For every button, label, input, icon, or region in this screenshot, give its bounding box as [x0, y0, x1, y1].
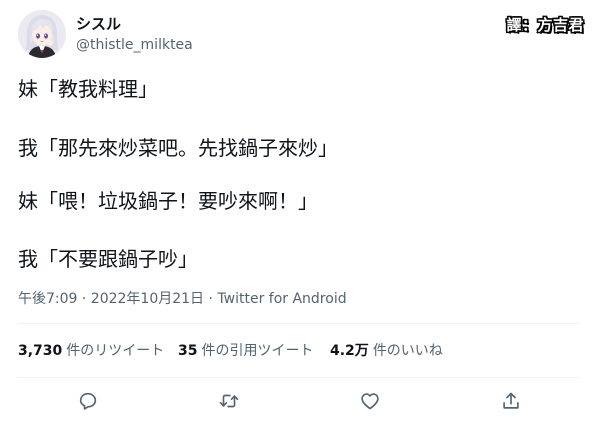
- like-button[interactable]: [359, 390, 381, 412]
- quote-count-link[interactable]: 35 件の引用ツイート: [178, 341, 313, 361]
- share-icon: [503, 392, 519, 409]
- divider: [18, 377, 580, 378]
- tweet-detail: シスル @thistle_milktea 譯：方吉君 妹「教我料理」 我「那先來…: [0, 0, 598, 426]
- share-button[interactable]: [500, 390, 522, 412]
- heart-icon: [361, 393, 379, 410]
- quote-count: 35: [178, 343, 198, 359]
- reply-button[interactable]: [77, 390, 99, 412]
- retweet-icon: [219, 394, 239, 408]
- quote-label: 件の引用ツイート: [201, 343, 314, 359]
- like-count: 4.2万: [330, 343, 369, 359]
- author-handle[interactable]: @thistle_milktea: [76, 35, 193, 55]
- translator-credit: 譯：方吉君: [506, 14, 584, 36]
- tweet-text-line: 妹「喂！垃圾鍋子！要吵來啊！」: [18, 189, 318, 213]
- author-display-name[interactable]: シスル: [76, 14, 121, 34]
- like-label: 件のいいね: [372, 343, 443, 359]
- tweet-timestamp[interactable]: 午後7:09 · 2022年10月21日 · Twitter for Andro…: [18, 289, 347, 309]
- like-count-link[interactable]: 4.2万 件のいいね: [330, 341, 443, 361]
- divider: [18, 323, 580, 324]
- tweet-text-line: 妹「教我料理」: [18, 77, 158, 101]
- avatar[interactable]: [18, 10, 66, 58]
- retweet-count-link[interactable]: 3,730 件のリツイート: [18, 341, 164, 361]
- anime-girl-avatar-icon: [18, 10, 66, 58]
- reply-icon: [79, 392, 97, 410]
- retweet-count: 3,730: [18, 343, 63, 359]
- tweet-text-line: 我「不要跟鍋子吵」: [18, 247, 198, 271]
- retweet-button[interactable]: [218, 390, 240, 412]
- retweet-label: 件のリツイート: [66, 343, 165, 359]
- tweet-text-line: 我「那先來炒菜吧。先找鍋子來炒」: [18, 136, 338, 160]
